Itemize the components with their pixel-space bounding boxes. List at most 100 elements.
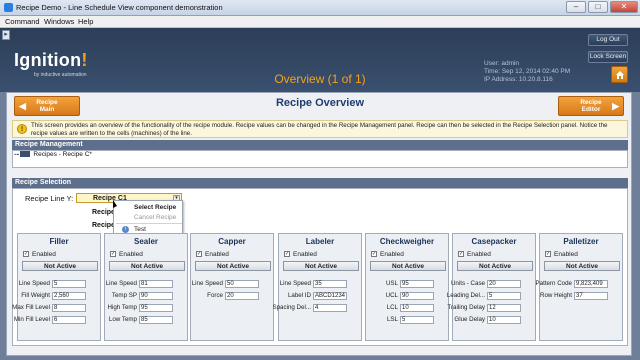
sidebar-toggle-icon[interactable]: ▸: [2, 30, 10, 40]
minimize-button[interactable]: –: [566, 1, 586, 13]
field-input[interactable]: 90: [400, 292, 434, 300]
field-input[interactable]: 95: [400, 280, 434, 288]
machine-state-button[interactable]: Not Active: [544, 261, 620, 271]
menu-windows[interactable]: Windows: [44, 17, 74, 26]
field-input[interactable]: 95: [139, 304, 173, 312]
field-input[interactable]: 35: [313, 280, 347, 288]
field-label: Max Fill Level: [12, 304, 50, 311]
menu-help[interactable]: Help: [78, 17, 93, 26]
field-label: Fill Weight: [21, 292, 50, 299]
enabled-label: Enabled: [380, 251, 404, 258]
machine-state-button[interactable]: Not Active: [109, 261, 185, 271]
field-input[interactable]: 37: [574, 292, 608, 300]
machine-field: Min Fill Level 6: [14, 316, 100, 324]
enabled-checkbox[interactable]: ✓: [458, 251, 464, 257]
menu-test[interactable]: Test: [134, 226, 146, 233]
enabled-label: Enabled: [119, 251, 143, 258]
machine-card: Casepacker ✓ Enabled Not Active Units - Case…: [447, 233, 536, 341]
menu-bar: Command Windows Help: [0, 16, 640, 28]
enabled-checkbox[interactable]: ✓: [110, 251, 116, 257]
menu-cancel-recipe[interactable]: Cancel Recipe: [134, 214, 176, 221]
tree-item-label: Recipes - Recipe C*: [33, 151, 92, 158]
field-input[interactable]: 20: [487, 280, 521, 288]
field-input[interactable]: 50: [225, 280, 259, 288]
machine-state-button[interactable]: Not Active: [370, 261, 446, 271]
field-input[interactable]: 12: [487, 304, 521, 312]
field-input[interactable]: 5: [487, 292, 521, 300]
recipe-line-label: Recipe Line Y:: [25, 194, 74, 203]
tree-node-icon: [20, 151, 31, 158]
field-input[interactable]: 10: [487, 316, 521, 324]
menu-command[interactable]: Command: [5, 17, 40, 26]
machine-state-button[interactable]: Not Active: [195, 261, 271, 271]
machine-field: Fill Weight 2,560: [20, 292, 100, 300]
menu-select-recipe[interactable]: Select Recipe: [134, 204, 176, 211]
mouse-cursor-icon: [113, 200, 117, 208]
enabled-checkbox[interactable]: ✓: [196, 251, 202, 257]
field-input[interactable]: 90: [139, 292, 173, 300]
machine-state-button[interactable]: Not Active: [283, 261, 359, 271]
close-button[interactable]: ✕: [610, 1, 638, 13]
machine-field: Low Temp 85: [107, 316, 187, 324]
field-label: Line Speed: [18, 280, 50, 287]
machine-title: Sealer: [133, 237, 159, 246]
logo-text: Ignition: [14, 50, 82, 70]
machine-field: Glue Delay 10: [454, 316, 535, 324]
machine-title: Palletizer: [563, 237, 599, 246]
field-label: LSL: [386, 316, 398, 323]
machine-card: Filler ✓ Enabled Not Active Line Speed 5 Fill …: [12, 233, 101, 341]
recipe-selection-header: Recipe Selection: [12, 178, 628, 188]
machine-state-button[interactable]: Not Active: [22, 261, 98, 271]
window-title: Recipe Demo - Line Schedule View compone…: [16, 3, 223, 12]
field-input[interactable]: 20: [225, 292, 259, 300]
field-label: Line Speed: [279, 280, 311, 287]
logo-mark: !: [81, 50, 88, 70]
home-button[interactable]: [611, 66, 628, 83]
enabled-checkbox[interactable]: ✓: [545, 251, 551, 257]
machine-state-button[interactable]: Not Active: [457, 261, 533, 271]
context-menu: Select Recipe Cancel Recipe i Test: [113, 200, 183, 236]
field-input[interactable]: 85: [139, 316, 173, 324]
recipe-tree-item[interactable]: ⊶ Recipes - Recipe C*: [14, 151, 92, 158]
field-input[interactable]: ABCD1234: [313, 292, 347, 300]
field-input[interactable]: 5: [52, 280, 86, 288]
enabled-label: Enabled: [32, 251, 56, 258]
machine-title: Filler: [49, 237, 69, 246]
enabled-checkbox[interactable]: ✓: [284, 251, 290, 257]
machine-field: Line Speed 50: [192, 280, 273, 288]
field-input[interactable]: 10: [400, 304, 434, 312]
machine-title: Capper: [218, 237, 246, 246]
field-label: UCL: [385, 292, 398, 299]
field-input[interactable]: 5: [400, 316, 434, 324]
enabled-checkbox[interactable]: ✓: [23, 251, 29, 257]
field-input[interactable]: 2,560: [52, 292, 86, 300]
machine-field: Line Speed 35: [279, 280, 361, 288]
machine-field: Row Height 37: [540, 292, 622, 300]
recipe-list-item[interactable]: Recipe: [92, 209, 115, 216]
recipe-management-header: Recipe Management: [12, 140, 628, 150]
maximize-button[interactable]: □: [588, 1, 608, 13]
machine-field: Force 20: [193, 292, 273, 300]
field-label: Temp SP: [111, 292, 137, 299]
enabled-checkbox[interactable]: ✓: [371, 251, 377, 257]
field-label: Min Fill Level: [13, 316, 50, 323]
field-input[interactable]: 81: [139, 280, 173, 288]
machine-card: Checkweigher ✓ Enabled Not Active USL 95 UCL 90…: [365, 233, 449, 341]
field-input[interactable]: 9,823,409: [574, 280, 608, 288]
machine-card: Sealer ✓ Enabled Not Active Line Speed 81 Temp…: [104, 233, 188, 341]
machine-card: Labeler ✓ Enabled Not Active Line Speed 35 Lab…: [272, 233, 362, 341]
lock-screen-button[interactable]: Lock Screen: [588, 51, 628, 63]
description-text: This screen provides an overview of the …: [31, 122, 608, 137]
machine-field: Label ID ABCD1234: [281, 292, 361, 300]
application-window: Recipe Demo - Line Schedule View compone…: [0, 0, 640, 360]
field-input[interactable]: 8: [52, 304, 86, 312]
recipe-list-item[interactable]: Recipe: [92, 222, 115, 229]
field-label: Low Temp: [108, 316, 137, 323]
field-input[interactable]: 6: [52, 316, 86, 324]
machine-field: LSL 5: [368, 316, 448, 324]
logout-button[interactable]: Log Out: [588, 34, 628, 46]
machine-field: LCL 10: [368, 304, 448, 312]
field-input[interactable]: 4: [313, 304, 347, 312]
enabled-label: Enabled: [467, 251, 491, 258]
field-label: Glue Delay: [454, 316, 485, 323]
